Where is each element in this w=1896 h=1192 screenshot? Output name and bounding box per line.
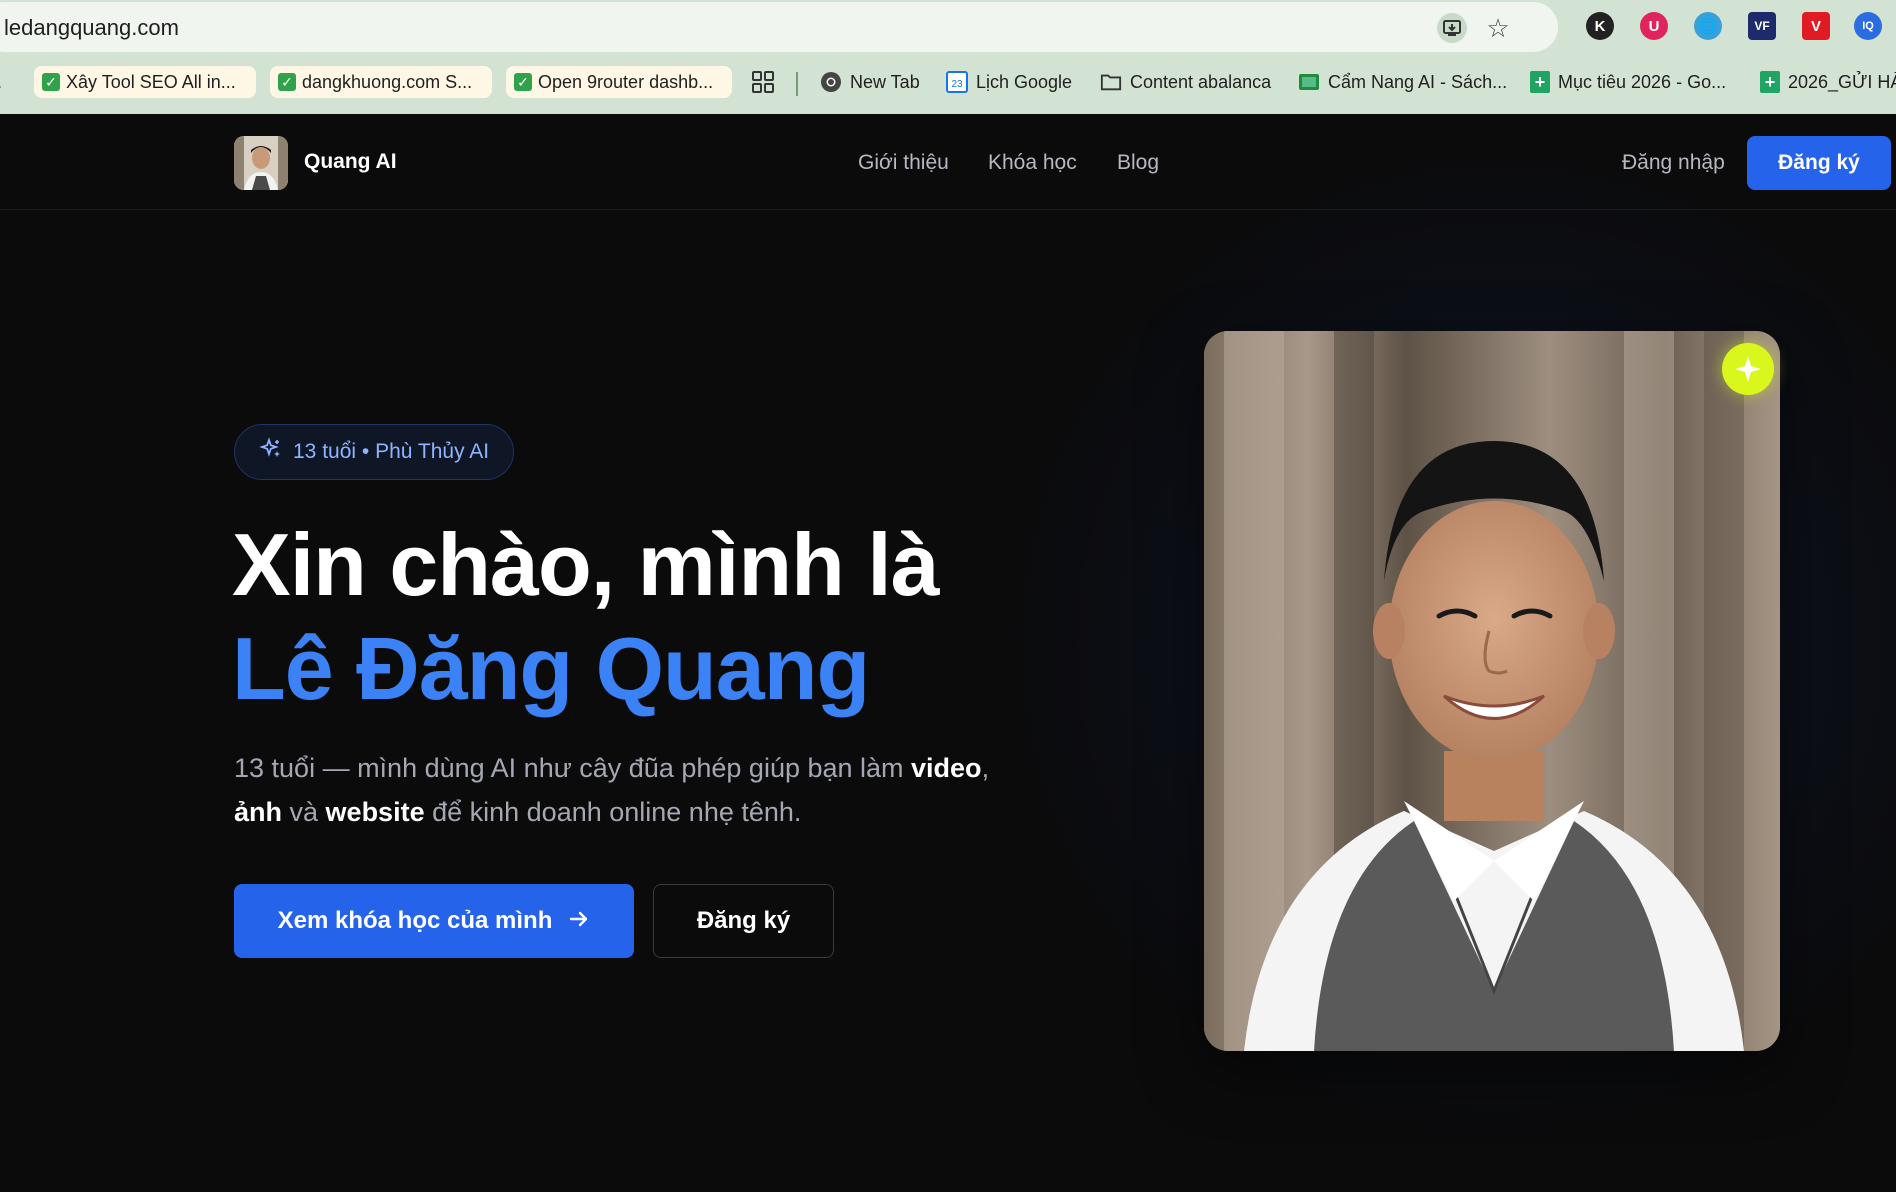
arrow-right-icon — [568, 906, 590, 937]
desc-bold-website: website — [325, 797, 425, 827]
badge-text: 13 tuổi • Phù Thủy AI — [293, 440, 490, 463]
login-link[interactable]: Đăng nhập — [1622, 151, 1725, 175]
svg-text:23: 23 — [951, 79, 963, 90]
sparkles-icon — [259, 437, 283, 467]
extension-v-icon[interactable]: V — [1802, 12, 1830, 40]
apps-grid-icon[interactable] — [752, 66, 774, 98]
bookmark-item[interactable]: +2026_GỬI HÀ — [1760, 66, 1896, 98]
checkbox-icon: ✓ — [514, 73, 532, 91]
bookmark-item[interactable]: 23 Lịch Google — [946, 66, 1072, 98]
calendar-icon: 23 — [946, 71, 968, 93]
install-app-icon[interactable] — [1436, 12, 1468, 44]
sheets-icon: + — [1760, 71, 1780, 93]
website-viewport: Quang AI Giới thiệu Khóa học Blog Đăng n… — [0, 114, 1896, 1192]
desc-text: , — [981, 753, 990, 783]
bookmark-item[interactable]: ✓ Open 9router dashb... — [506, 66, 732, 98]
hero-badge: 13 tuổi • Phù Thủy AI — [234, 424, 515, 480]
bookmark-item[interactable]: ✓ dangkhuong.com S... — [270, 66, 492, 98]
bookmark-label: Xây Tool SEO All in... — [66, 71, 236, 92]
desc-bold-video: video — [911, 753, 982, 783]
desc-text: để kinh doanh online nhẹ tênh. — [424, 797, 802, 827]
sheets-icon: + — [1530, 71, 1550, 93]
toolbar: ś ledangquang.com ☆ K U 🌐 VF V IQ — [0, 0, 1896, 56]
view-courses-label: Xem khóa học của mình — [277, 907, 553, 934]
header-signup-button[interactable]: Đăng ký — [1747, 136, 1891, 190]
url-text[interactable]: ledangquang.com — [4, 15, 179, 41]
desc-bold-anh: ảnh — [234, 797, 283, 827]
nav-link-gioi-thieu[interactable]: Giới thiệu — [858, 151, 949, 175]
bookmark-star-icon[interactable]: ☆ — [1482, 12, 1514, 44]
checkbox-icon: ✓ — [278, 73, 296, 91]
site-header: Quang AI Giới thiệu Khóa học Blog Đăng n… — [0, 114, 1896, 210]
view-courses-button[interactable]: Xem khóa học của mình — [234, 884, 634, 958]
chrome-icon — [820, 71, 842, 93]
classroom-icon — [1298, 71, 1320, 93]
nav-link-khoa-hoc[interactable]: Khóa học — [988, 151, 1077, 175]
nav-link-blog[interactable]: Blog — [1117, 151, 1159, 175]
extension-globe-icon[interactable]: 🌐 — [1694, 12, 1722, 40]
extension-k-icon[interactable]: K — [1586, 12, 1614, 40]
bookmarks-bar: .. ✓ Xây Tool SEO All in... ✓ dangkhuong.c… — [0, 64, 1896, 104]
bookmark-label: New Tab — [850, 71, 920, 92]
extension-u-icon[interactable]: U — [1640, 12, 1668, 40]
bookmark-overflow-left[interactable]: .. — [0, 66, 2, 98]
bookmark-item[interactable]: Content abalanca — [1100, 66, 1271, 98]
bookmark-item[interactable]: New Tab — [820, 66, 920, 98]
logo-avatar[interactable] — [234, 136, 288, 190]
bookmark-label: dangkhuong.com S... — [302, 71, 473, 92]
browser-chrome: ś ledangquang.com ☆ K U 🌐 VF V IQ .. ✓ Xâ… — [0, 0, 1896, 114]
bookmark-item[interactable]: + Mục tiêu 2026 - Go... — [1530, 66, 1726, 98]
address-bar[interactable]: ś ledangquang.com ☆ — [0, 2, 1558, 52]
desc-text: và — [282, 797, 326, 827]
sparkle-badge-icon — [1722, 343, 1774, 395]
folder-icon — [1100, 71, 1122, 93]
hero-heading: Xin chào, mình là — [232, 515, 940, 614]
bookmark-label: Content abalanca — [1130, 71, 1272, 92]
extension-vf-icon[interactable]: VF — [1748, 12, 1776, 40]
bookmark-label: Lịch Google — [976, 71, 1073, 92]
bookmark-label: Open 9router dashb... — [538, 71, 714, 92]
bookmark-label: Cẩm Nang AI - Sách... — [1328, 71, 1508, 92]
hero-name: Lê Đăng Quang — [232, 619, 870, 718]
bookmark-label: Mục tiêu 2026 - Go... — [1558, 71, 1727, 92]
bookmark-label: 2026_GỬI HÀ — [1788, 71, 1896, 92]
checkbox-icon: ✓ — [42, 73, 60, 91]
bookmark-item[interactable]: Cẩm Nang AI - Sách... — [1298, 66, 1507, 98]
brand-name[interactable]: Quang AI — [304, 150, 397, 174]
extension-iq-icon[interactable]: IQ — [1854, 12, 1882, 40]
desc-text: 13 tuổi — mình dùng AI như cây đũa phép … — [234, 753, 912, 783]
hero-signup-button[interactable]: Đăng ký — [653, 884, 834, 958]
portrait-photo — [1204, 331, 1780, 1051]
bookmarks-divider — [796, 72, 798, 96]
hero-description: 13 tuổi — mình dùng AI như cây đũa phép … — [234, 746, 1034, 834]
bookmark-item[interactable]: ✓ Xây Tool SEO All in... — [34, 66, 256, 98]
